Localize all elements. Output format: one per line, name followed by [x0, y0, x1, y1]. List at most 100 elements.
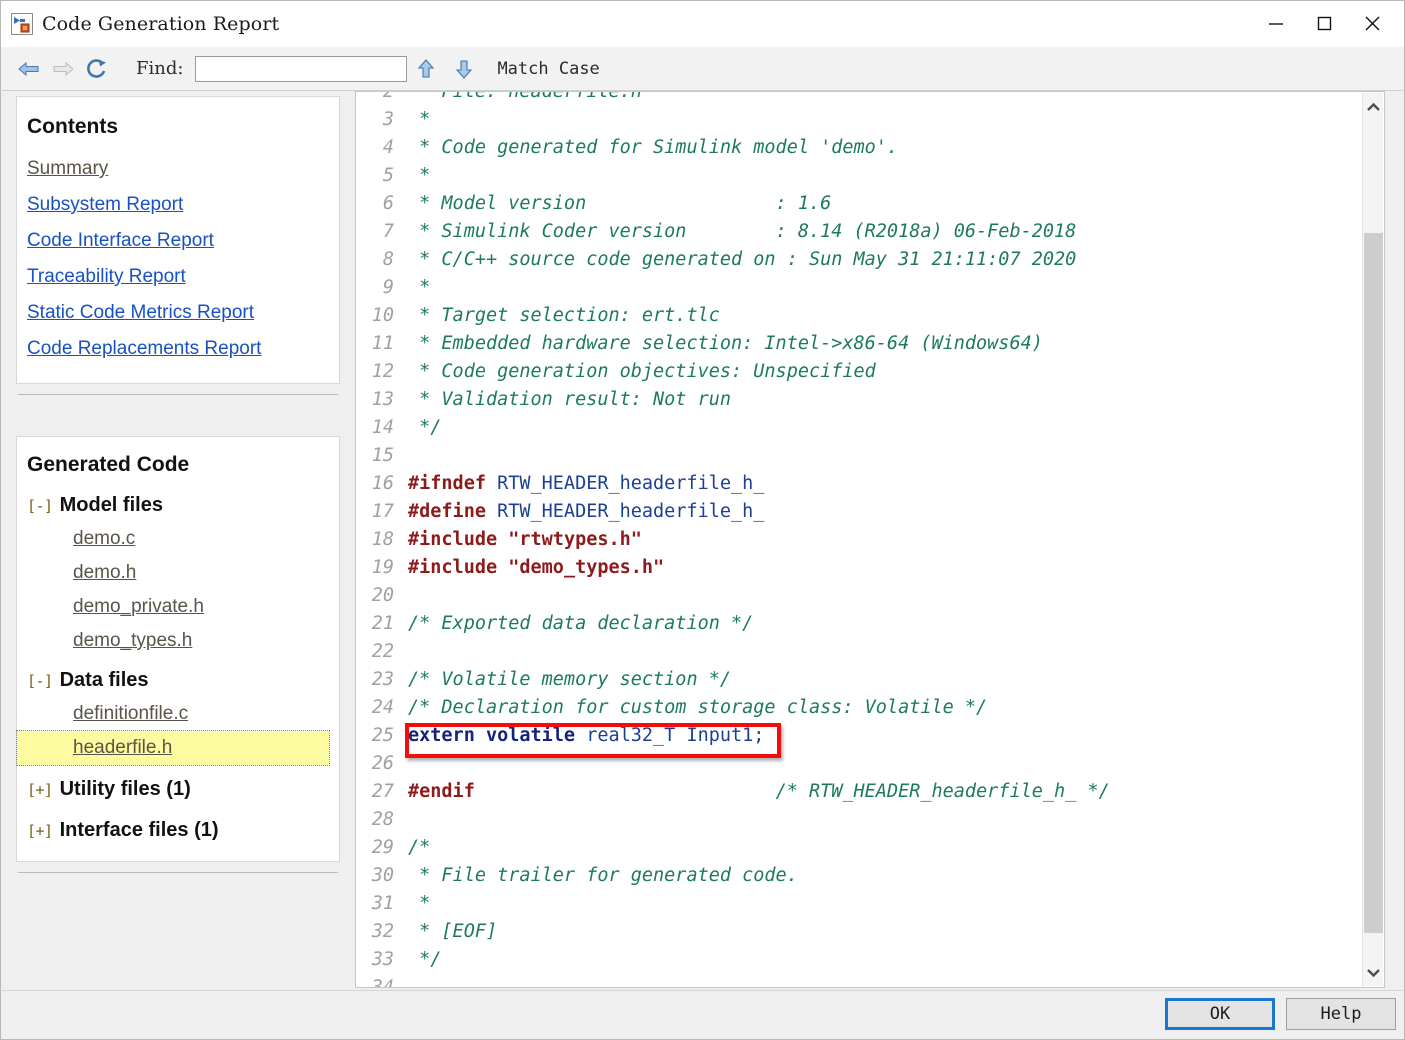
line-text: * Code generation objectives: Unspecifie… — [408, 361, 876, 382]
line-text: * Target selection: ert.tlc — [408, 305, 720, 326]
scroll-up-icon[interactable] — [1363, 96, 1384, 118]
line-text: * — [408, 165, 431, 186]
line-number: 3 — [382, 109, 394, 130]
line-number: 21 — [371, 613, 394, 634]
group-label: Model files — [59, 494, 163, 516]
code-line: 33 */ — [356, 946, 1362, 974]
line-number: 22 — [371, 641, 394, 662]
code-line: 28 — [356, 806, 1362, 834]
line-text: * [EOF] — [408, 921, 498, 942]
help-button[interactable]: Help — [1286, 998, 1396, 1030]
window-controls — [1252, 1, 1396, 45]
refresh-icon[interactable] — [80, 54, 114, 84]
group-model-files[interactable]: [-] Model files — [17, 489, 339, 522]
file-link-demo-c[interactable]: demo.c — [17, 522, 339, 556]
code-line: 30 * File trailer for generated code. — [356, 862, 1362, 890]
line-text: */ — [408, 417, 442, 438]
collapse-toggle-icon[interactable]: [-] — [27, 672, 53, 690]
group-interface-files[interactable]: [+] Interface files (1) — [17, 814, 339, 847]
line-number: 4 — [382, 137, 394, 158]
file-link-demo-h[interactable]: demo.h — [17, 556, 339, 590]
line-number: 20 — [371, 585, 394, 606]
title-bar: Code Generation Report — [1, 1, 1404, 47]
line-text: /* — [408, 837, 431, 858]
maximize-button[interactable] — [1300, 1, 1348, 45]
contents-title: Contents — [27, 115, 118, 138]
code-line: 2 * File: headerfile.h — [356, 92, 1362, 106]
line-number: 2 — [356, 92, 408, 106]
line-text: extern volatile real32_T Input1; — [408, 725, 765, 746]
file-link-headerfile-h[interactable]: headerfile.h — [16, 730, 330, 766]
file-link-demo-private-h[interactable]: demo_private.h — [17, 590, 339, 624]
line-text: * C/C++ source code generated on : Sun M… — [408, 249, 1077, 270]
line-text — [408, 806, 1362, 834]
toc-link-code-interface-report[interactable]: Code Interface Report — [17, 223, 339, 259]
navigation-toolbar: Find: Match Case — [2, 47, 1403, 91]
line-text — [408, 582, 1362, 610]
scroll-down-icon[interactable] — [1363, 961, 1384, 983]
toc-link-traceability-report[interactable]: Traceability Report — [17, 259, 339, 295]
code-line: 3 * — [356, 106, 1362, 134]
code-line: 32 * [EOF] — [356, 918, 1362, 946]
code-line: 15 — [356, 442, 1362, 470]
vertical-scrollbar[interactable] — [1362, 93, 1383, 986]
code-line: 34 — [356, 974, 1362, 987]
up-arrow-icon[interactable] — [407, 53, 445, 85]
toc-link-code-replacements-report[interactable]: Code Replacements Report — [17, 331, 339, 367]
back-arrow-icon[interactable] — [12, 54, 46, 84]
file-link-demo-types-h[interactable]: demo_types.h — [17, 624, 339, 658]
line-number: 31 — [371, 893, 394, 914]
code-line: 9 * — [356, 274, 1362, 302]
line-text: * File trailer for generated code. — [408, 865, 798, 886]
code-line: 21 /* Exported data declaration */ — [356, 610, 1362, 638]
code-line: 13 * Validation result: Not run — [356, 386, 1362, 414]
group-label: Utility files (1) — [59, 778, 191, 800]
expand-toggle-icon[interactable]: [+] — [27, 822, 53, 840]
file-link-definitionfile-c[interactable]: definitionfile.c — [17, 697, 339, 731]
forward-arrow-icon — [46, 54, 80, 84]
search-input[interactable] — [195, 55, 408, 82]
line-number: 25 — [371, 725, 394, 746]
code-line: 5 * — [356, 162, 1362, 190]
line-text: * — [408, 109, 431, 130]
toc-link-static-code-metrics-report[interactable]: Static Code Metrics Report — [17, 295, 339, 331]
line-number: 32 — [371, 921, 394, 942]
sidebar: Contents Summary Subsystem Report Code I… — [2, 91, 354, 991]
toc-link-subsystem-report[interactable]: Subsystem Report — [17, 187, 339, 223]
find-label: Find: — [136, 58, 184, 79]
ok-button[interactable]: OK — [1165, 998, 1275, 1030]
line-text: #include "rtwtypes.h" — [408, 529, 642, 550]
line-number: 19 — [371, 557, 394, 578]
line-number: 30 — [371, 865, 394, 886]
line-number: 27 — [371, 781, 394, 802]
panel-divider — [18, 394, 338, 395]
line-number: 34 — [356, 974, 408, 987]
line-text: * Validation result: Not run — [408, 389, 732, 410]
expand-toggle-icon[interactable]: [+] — [27, 781, 53, 799]
toc-link-summary[interactable]: Summary — [17, 151, 339, 187]
line-text — [408, 638, 1362, 666]
code-line: 7 * Simulink Coder version : 8.14 (R2018… — [356, 218, 1362, 246]
minimize-button[interactable] — [1252, 1, 1300, 45]
code-line: 27 #endif /* RTW_HEADER_headerfile_h_ */ — [356, 778, 1362, 806]
scrollbar-thumb[interactable] — [1364, 233, 1383, 933]
code-line: 25 extern volatile real32_T Input1; — [356, 722, 1362, 750]
line-text: * File: headerfile.h — [408, 92, 1362, 106]
code-line: 6 * Model version : 1.6 — [356, 190, 1362, 218]
match-case-label[interactable]: Match Case — [497, 59, 599, 79]
collapse-toggle-icon[interactable]: [-] — [27, 497, 53, 515]
line-text: #include "demo_types.h" — [408, 557, 665, 578]
line-text — [408, 974, 1362, 987]
code-line: 19 #include "demo_types.h" — [356, 554, 1362, 582]
line-text: /* Volatile memory section */ — [408, 669, 732, 690]
code-line: 8 * C/C++ source code generated on : Sun… — [356, 246, 1362, 274]
line-number: 23 — [371, 669, 394, 690]
close-button[interactable] — [1348, 1, 1396, 45]
down-arrow-icon[interactable] — [445, 53, 483, 85]
line-number: 28 — [371, 809, 394, 830]
group-data-files[interactable]: [-] Data files — [17, 664, 339, 697]
code-scroll-area[interactable]: 2 * File: headerfile.h3 *4 * Code genera… — [356, 92, 1362, 987]
line-text: #ifndef RTW_HEADER_headerfile_h_ — [408, 473, 765, 494]
group-utility-files[interactable]: [+] Utility files (1) — [17, 773, 339, 806]
code-line: 24 /* Declaration for custom storage clas… — [356, 694, 1362, 722]
